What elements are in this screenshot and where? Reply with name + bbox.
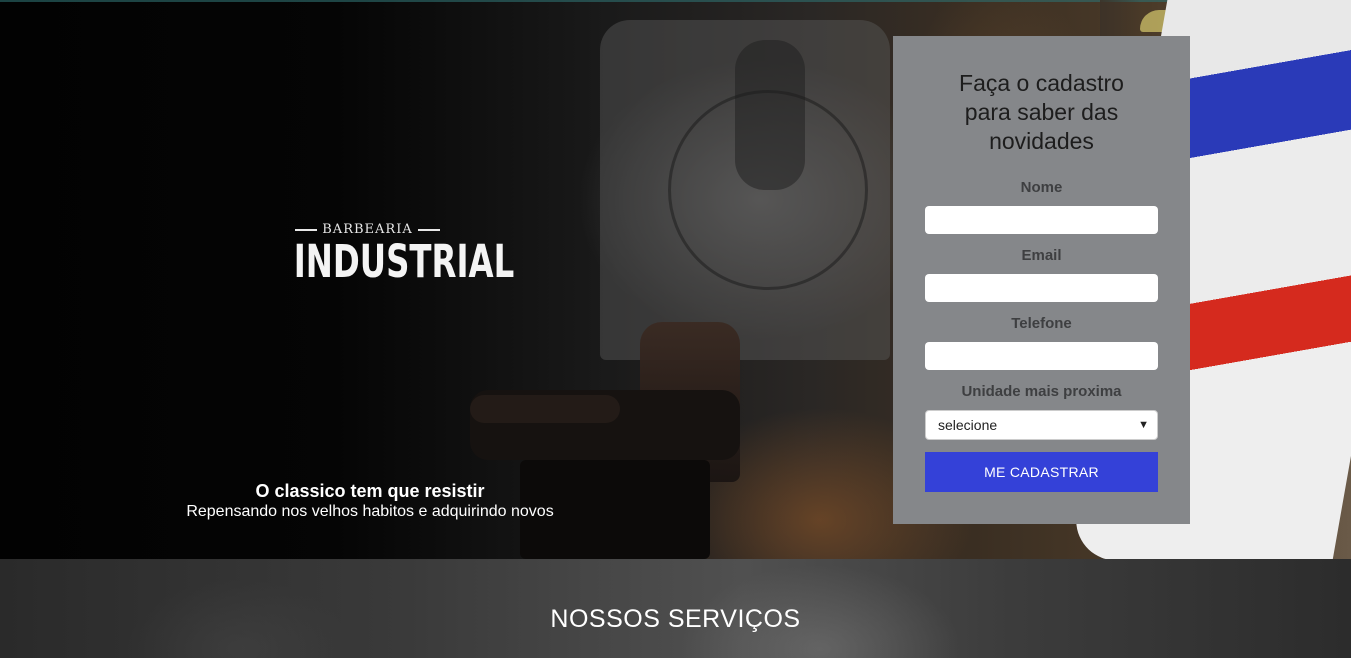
email-label: Email <box>1021 247 1062 264</box>
hero-tagline: O classico tem que resistir Repensando n… <box>110 480 630 522</box>
tagline-subtitle: Repensando nos velhos habitos e adquirin… <box>186 503 554 520</box>
chevron-down-icon: ▼ <box>1138 419 1149 431</box>
unit-label: Unidade mais proxima <box>961 383 1122 400</box>
phone-label: Telefone <box>1011 315 1072 332</box>
unit-select[interactable]: selecione ▼ <box>925 410 1158 440</box>
background-mascot <box>735 40 805 190</box>
brand-logo: BARBEARIA INDUSTRIAL <box>265 222 515 294</box>
unit-select-value: selecione <box>938 417 998 433</box>
signup-submit-button[interactable]: ME CADASTRAR <box>925 452 1158 492</box>
name-label: Nome <box>1020 179 1063 196</box>
form-title: Faça o cadastro para saber das novidades <box>959 70 1124 154</box>
services-section: NOSSOS SERVIÇOS <box>0 559 1351 658</box>
signup-form-panel: Faça o cadastro para saber das novidades… <box>893 36 1190 524</box>
background-chair-arm <box>470 395 620 423</box>
logo-main-text: INDUSTRIAL <box>293 235 515 288</box>
hero-top-border <box>0 0 1351 2</box>
services-title: NOSSOS SERVIÇOS <box>550 605 801 633</box>
name-input[interactable] <box>925 206 1158 234</box>
email-input[interactable] <box>925 274 1158 302</box>
hero-section: BARBEARIA INDUSTRIAL O classico tem que … <box>0 0 1351 559</box>
tagline-title: O classico tem que resistir <box>255 481 485 501</box>
phone-input[interactable] <box>925 342 1158 370</box>
